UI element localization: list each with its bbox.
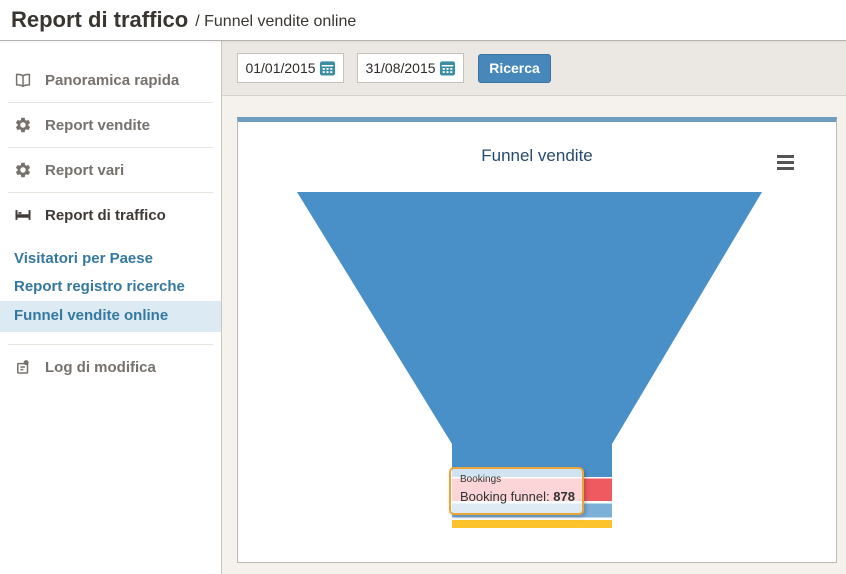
page-title: Report di traffico xyxy=(11,7,189,32)
funnel-chart-panel: Funnel vendite Bookings Booking funnel: … xyxy=(237,117,837,563)
tooltip-series-name: Bookings xyxy=(460,474,502,485)
sidebar-item-label: Log di modifica xyxy=(45,358,156,376)
sidebar-item-label: Report di traffico xyxy=(45,206,166,224)
date-from-input[interactable]: 01/01/2015 xyxy=(237,53,344,83)
chart-tooltip: Bookings Booking funnel: 878 xyxy=(449,467,584,515)
sidebar-item-log-di-modifica[interactable]: Log di modifica xyxy=(0,345,221,389)
date-from-value: 01/01/2015 xyxy=(245,60,316,76)
sidebar-item-label: Report vari xyxy=(45,161,125,179)
sidebar-item-funnel-vendite-online[interactable]: Funnel vendite online xyxy=(0,301,221,332)
calendar-icon[interactable] xyxy=(319,60,336,76)
tooltip-point: Booking funnel: 878 xyxy=(460,489,575,504)
sidebar-item-label: Report vendite xyxy=(45,116,151,134)
sidebar-item-label: Panoramica rapida xyxy=(45,71,180,89)
calendar-icon[interactable] xyxy=(439,60,456,76)
breadcrumb: / Funnel vendite online xyxy=(195,12,357,30)
sidebar-item-report-registro-ricerche[interactable]: Report registro ricerche xyxy=(0,273,221,301)
sidebar-sublist: Visitatori per Paese Report registro ric… xyxy=(0,237,221,344)
sidebar-item-panoramica-rapida[interactable]: Panoramica rapida xyxy=(0,58,221,102)
bed-icon xyxy=(14,206,32,224)
book-icon xyxy=(14,71,32,89)
gear-icon xyxy=(14,116,32,134)
funnel-segment-4 xyxy=(452,520,612,528)
sidebar-item-report-vari[interactable]: Report vari xyxy=(0,148,221,192)
sidebar-item-report-di-traffico[interactable]: Report di traffico xyxy=(0,193,221,237)
date-to-input[interactable]: 31/08/2015 xyxy=(357,53,464,83)
content-area: 01/01/2015 31/08/2015 Ricerca Funnel ven… xyxy=(222,41,846,574)
tooltip-point-value: 878 xyxy=(553,489,575,504)
chart-area: Funnel vendite Bookings Booking funnel: … xyxy=(222,96,846,574)
main-layout: Panoramica rapida Report vendite Report … xyxy=(0,41,846,574)
funnel-segment-1 xyxy=(297,192,762,477)
tooltip-point-label: Booking funnel xyxy=(460,489,547,504)
sidebar-item-visitatori-per-paese[interactable]: Visitatori per Paese xyxy=(0,245,221,273)
page-header: Report di traffico / Funnel vendite onli… xyxy=(0,0,846,41)
toolbar: 01/01/2015 31/08/2015 Ricerca xyxy=(222,41,846,96)
log-icon xyxy=(14,358,32,376)
sidebar-item-report-vendite[interactable]: Report vendite xyxy=(0,103,221,147)
sidebar: Panoramica rapida Report vendite Report … xyxy=(0,41,222,574)
gear-icon xyxy=(14,161,32,179)
date-to-value: 31/08/2015 xyxy=(365,60,436,76)
search-button[interactable]: Ricerca xyxy=(478,53,551,83)
